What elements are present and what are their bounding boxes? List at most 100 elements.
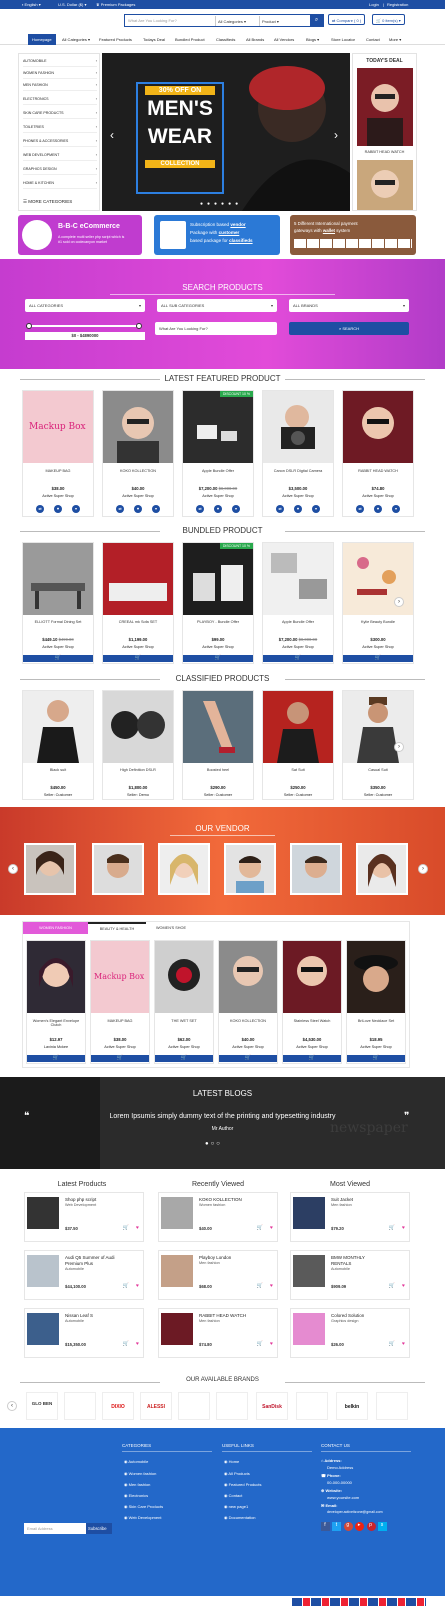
cart-icon[interactable]: ▾ — [312, 505, 320, 513]
compare-icon[interactable]: ⇄ — [276, 505, 284, 513]
brand-logo[interactable]: ALESSI — [140, 1392, 172, 1420]
category-item[interactable]: ELECTRONICS › — [23, 94, 97, 105]
search-category-select[interactable]: All Categories ▾ — [215, 16, 259, 26]
wishlist-icon[interactable]: ♥ — [270, 1341, 273, 1347]
google-plus-icon[interactable]: g — [343, 1522, 353, 1531]
wishlist-icon[interactable]: ♥ — [402, 1225, 405, 1231]
website-value[interactable]: www.yoursite.com — [327, 1495, 359, 1500]
brand-logo[interactable] — [216, 1392, 248, 1420]
vendor-next-arrow[interactable]: › — [418, 864, 428, 874]
nav-featured-products[interactable]: Featured Products — [99, 37, 132, 42]
nav-blogs[interactable]: Blogs ▾ — [306, 37, 319, 42]
product-card[interactable]: DISCOUNT 10 % Apple Bundle Offer $7,200.… — [182, 390, 254, 517]
vendor-prev-arrow[interactable]: ‹ — [8, 864, 18, 874]
register-link[interactable]: Registration — [387, 2, 408, 7]
deal-image[interactable] — [357, 68, 413, 146]
add-to-cart-button[interactable]: 🛒 — [27, 1055, 85, 1062]
wishlist-icon[interactable]: ♥ — [374, 505, 382, 513]
category-item[interactable]: SKIN CARE PRODUCTS › — [23, 108, 97, 119]
add-to-cart-button[interactable]: 🛒 — [103, 655, 173, 662]
add-to-cart-button[interactable]: 🛒 — [23, 655, 93, 662]
footer-category-link[interactable]: ◉ Skin Care Products — [124, 1504, 163, 1509]
brand-logo[interactable]: SanDisk — [256, 1392, 288, 1420]
twitter-icon[interactable]: t — [332, 1522, 342, 1531]
vendor-avatar[interactable] — [224, 843, 276, 895]
cart-icon[interactable]: 🛒 — [257, 1225, 263, 1231]
add-to-cart-button[interactable]: 🛒 — [219, 1055, 277, 1062]
category-item[interactable]: TOILETRIES › — [23, 122, 97, 133]
vendor-avatar[interactable] — [24, 843, 76, 895]
compare-icon[interactable]: ⇄ — [116, 505, 124, 513]
brand-logo[interactable] — [296, 1392, 328, 1420]
list-item[interactable]: BMW MONTHLY RENTALS Automobile $909.09 🛒 ♥ — [290, 1250, 410, 1300]
product-card[interactable]: THE WET SET $62.00 Active Super Shop 🛒 — [154, 940, 214, 1064]
footer-useful-link[interactable]: ◉ new page1 — [224, 1504, 248, 1509]
list-item[interactable]: KOKO KOLLECTION Women fashion $40.00 🛒 ♥ — [158, 1192, 278, 1242]
brand-logo[interactable] — [64, 1392, 96, 1420]
wishlist-icon[interactable]: ♥ — [402, 1341, 405, 1347]
youtube-icon[interactable]: ▸ — [355, 1522, 365, 1531]
list-item[interactable]: Audi Q5 Summer of Audi Premium Plus Automo… — [24, 1250, 144, 1300]
skype-icon[interactable]: s — [377, 1522, 387, 1531]
product-card[interactable]: Black suit $450.00 Seller: Customer — [22, 690, 94, 800]
wishlist-icon[interactable]: ♥ — [294, 505, 302, 513]
product-card[interactable]: Sat Suit $250.00 Seller: Customer — [262, 690, 334, 800]
pinterest-icon[interactable]: p — [366, 1522, 376, 1531]
banner-next-arrow[interactable]: › — [334, 128, 338, 142]
vendor-avatar[interactable] — [158, 843, 210, 895]
product-card[interactable]: Mackup Box MAKEUP BAG $38.00 Active Supe… — [22, 390, 94, 517]
wishlist-icon[interactable]: ♥ — [270, 1283, 273, 1289]
brands-prev-arrow[interactable]: ‹ — [7, 1401, 17, 1411]
footer-useful-link[interactable]: ◉ Featured Products — [224, 1482, 262, 1487]
list-item[interactable]: Shop php script Web Development $37.50 🛒 ♥ — [24, 1192, 144, 1242]
search-input[interactable]: What Are You Looking For? — [128, 18, 177, 23]
wishlist-icon[interactable]: ♥ — [136, 1341, 139, 1347]
more-categories-link[interactable]: ☰ MORE CATEGORIES — [23, 196, 97, 207]
list-item[interactable]: Playboy London Men fashion $68.00 🛒 ♥ — [158, 1250, 278, 1300]
compare-button[interactable]: ⇄ Compare ( 0 ) — [328, 14, 366, 25]
list-item[interactable]: Colored Solution Graphics design $26.00 🛒 ♥ — [290, 1308, 410, 1358]
product-card[interactable]: RABBIT HEAD WATCH $74.80 Active Super Sh… — [342, 390, 414, 517]
list-item[interactable]: Suit Jacket Men fashion $79.20 🛒 ♥ — [290, 1192, 410, 1242]
category-item[interactable]: WOMEN FASHION › — [23, 68, 97, 79]
product-card[interactable]: CREEAL mk Sofa SET $1,199.00 Active Supe… — [102, 542, 174, 664]
nav-homepage[interactable]: Homepage — [28, 34, 56, 45]
brand-logo[interactable]: belkin — [336, 1392, 368, 1420]
promo-bbc[interactable]: B-B-C eCommerce A complete multi seller … — [18, 215, 142, 255]
blog-dots[interactable]: ●○○ — [205, 1141, 222, 1147]
language-select[interactable]: ▪ English ▾ — [22, 2, 41, 7]
tab-women-fashion[interactable]: WOMEN FASHION — [23, 922, 88, 934]
nav-classifieds[interactable]: Classifieds — [216, 37, 235, 42]
cart-icon[interactable]: 🛒 — [123, 1341, 129, 1347]
add-to-cart-button[interactable]: 🛒 — [283, 1055, 341, 1062]
vendor-avatar[interactable] — [290, 843, 342, 895]
cart-icon[interactable]: 🛒 — [257, 1283, 263, 1289]
add-to-cart-button[interactable]: 🛒 — [263, 655, 333, 662]
add-to-cart-button[interactable]: 🛒 — [343, 655, 413, 662]
cart-icon[interactable]: 🛒 — [257, 1341, 263, 1347]
tab-beauty-health[interactable]: BEAUTY & HEALTH — [88, 922, 146, 934]
login-link[interactable]: Login — [369, 2, 379, 7]
product-card[interactable]: ELLIOTT Formal Dining Set $449.10 $499.0… — [22, 542, 94, 664]
cart-icon[interactable]: 🛒 — [123, 1283, 129, 1289]
wishlist-icon[interactable]: ♥ — [136, 1225, 139, 1231]
currency-select[interactable]: U.S. Dollar ($) ▾ — [58, 2, 86, 7]
nav-all-brands[interactable]: All Brands — [246, 37, 264, 42]
list-item[interactable]: RABBIT HEAD WATCH Men fashion $74.80 🛒 ♥ — [158, 1308, 278, 1358]
wishlist-icon[interactable]: ♥ — [134, 505, 142, 513]
add-to-cart-button[interactable]: 🛒 — [347, 1055, 405, 1062]
category-item[interactable]: PHONES & ACCESSORIES › — [23, 136, 97, 147]
all-brands-select[interactable]: ALL BRANDS ▾ — [289, 299, 409, 312]
footer-useful-link[interactable]: ◉ Contact — [224, 1493, 242, 1498]
brand-logo[interactable]: DIXIO — [102, 1392, 134, 1420]
footer-useful-link[interactable]: ◉ Documentation — [224, 1515, 256, 1520]
product-card[interactable]: KOKO KOLLECTION $40.00 Active Super Shop… — [102, 390, 174, 517]
all-categories-select[interactable]: ALL CATEGORIES ▾ — [25, 299, 145, 312]
price-slider-max-handle[interactable] — [136, 323, 142, 329]
footer-category-link[interactable]: ◉ Women fashion — [124, 1471, 156, 1476]
cart-icon[interactable]: ▾ — [152, 505, 160, 513]
deal-image-2[interactable] — [357, 160, 413, 210]
price-slider-min-handle[interactable] — [26, 323, 32, 329]
cart-icon[interactable]: ▾ — [392, 505, 400, 513]
brand-logo[interactable]: GLO BEN — [26, 1392, 58, 1420]
